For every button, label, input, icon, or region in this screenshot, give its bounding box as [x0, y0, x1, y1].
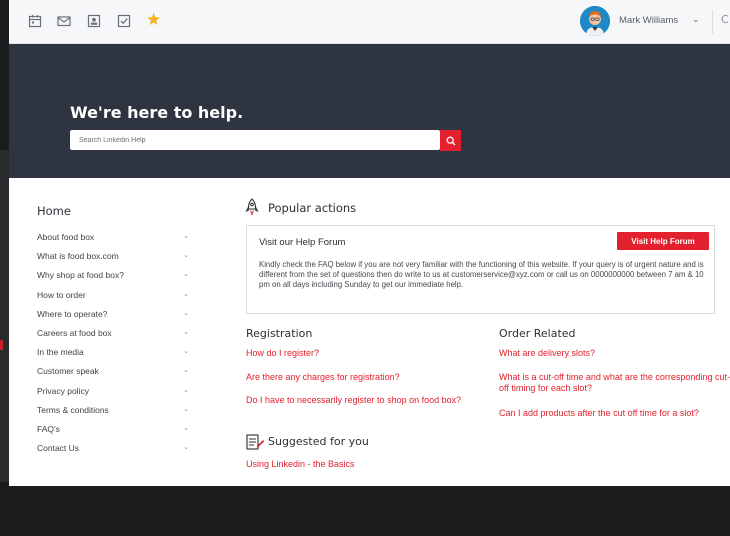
star-icon[interactable]: ★	[146, 10, 161, 30]
faq-link[interactable]: How do I register?	[246, 348, 486, 359]
user-name[interactable]: Mark Williams	[619, 15, 678, 26]
top-bar: ★ Mark Williams ⌄ C	[9, 0, 730, 44]
order-related-heading: Order Related	[499, 327, 576, 340]
sidebar-item-customer-speak[interactable]: Customer speak ⌄	[37, 365, 189, 384]
checkbox-icon[interactable]	[117, 13, 131, 28]
left-frame-panel	[0, 150, 9, 482]
sidebar-item-about-food-box[interactable]: About food box ⌄	[37, 231, 189, 250]
avatar[interactable]	[580, 6, 610, 36]
chevron-down-icon[interactable]: ⌄	[183, 365, 189, 377]
faq-link[interactable]: Are there any charges for registration?	[246, 372, 486, 383]
faq-link[interactable]: Can I add products after the cut off tim…	[499, 408, 725, 419]
chevron-down-icon[interactable]: ⌄	[692, 15, 700, 25]
faq-link[interactable]: What is a cut-off time and what are the …	[499, 372, 730, 394]
topbar-divider	[712, 10, 713, 34]
chevron-down-icon[interactable]: ⌄	[183, 346, 189, 358]
search-icon	[446, 136, 455, 145]
sidebar-item-terms[interactable]: Terms & conditions ⌄	[37, 404, 189, 423]
popular-actions-title: Popular actions	[268, 201, 357, 215]
chevron-down-icon[interactable]: ⌄	[183, 250, 189, 262]
sidebar-item-label: Privacy policy	[37, 385, 89, 396]
sidebar-item-why-shop[interactable]: Why shop at food box? ⌄	[37, 269, 189, 288]
sidebar-nav: About food box ⌄ What is food box.com ⌄ Wh…	[37, 231, 189, 461]
sidebar-item-label: Terms & conditions	[37, 404, 109, 415]
chevron-down-icon[interactable]: ⌄	[183, 442, 189, 454]
sidebar-item-privacy-policy[interactable]: Privacy policy ⌄	[37, 385, 189, 404]
search-input[interactable]	[70, 130, 439, 150]
contact-card-icon[interactable]	[87, 13, 101, 28]
left-frame-marker	[0, 340, 3, 350]
visit-help-forum-button[interactable]: Visit Help Forum	[617, 232, 709, 250]
sidebar-item-label: What is food box.com	[37, 251, 119, 262]
mail-icon[interactable]	[57, 13, 71, 27]
sidebar-item-label: Customer speak	[37, 366, 99, 377]
sidebar-item-label: Contact Us	[37, 443, 80, 454]
sidebar-item-what-is-food-box[interactable]: What is food box.com ⌄	[37, 250, 189, 269]
registration-heading: Registration	[246, 327, 313, 340]
faq-link[interactable]: Do I have to necessarily register to sho…	[246, 395, 472, 406]
sidebar-item-contact-us[interactable]: Contact Us ⌄	[37, 442, 189, 461]
chevron-down-icon[interactable]: ⌄	[183, 404, 189, 416]
sidebar-item-label: FAQ's	[37, 423, 60, 434]
help-forum-title: Visit our Help Forum	[259, 237, 346, 248]
help-content-card: Home About food box ⌄ What is food box.co…	[9, 178, 730, 486]
left-frame-strip	[0, 0, 9, 536]
hero-title: We're here to help.	[70, 103, 244, 122]
help-forum-description: Kindly check the FAQ below if you are no…	[259, 260, 704, 290]
chevron-down-icon[interactable]: ⌄	[183, 327, 189, 339]
sidebar-item-in-the-media[interactable]: In the media ⌄	[37, 346, 189, 365]
topbar-trailing-text: C	[721, 13, 729, 26]
sidebar-item-label: How to order	[37, 289, 86, 300]
chevron-down-icon[interactable]: ⌄	[183, 308, 189, 320]
chevron-down-icon[interactable]: ⌄	[183, 423, 189, 435]
faq-link[interactable]: What are delivery slots?	[499, 348, 727, 359]
sidebar-item-faqs[interactable]: FAQ's ⌄	[37, 423, 189, 442]
chevron-down-icon[interactable]: ⌄	[183, 231, 189, 243]
sidebar-item-careers[interactable]: Careers at food box ⌄	[37, 327, 189, 346]
help-hero-banner: We're here to help.	[9, 44, 730, 178]
sidebar-heading[interactable]: Home	[37, 204, 71, 218]
sidebar-item-label: About food box	[37, 232, 95, 242]
chevron-down-icon[interactable]: ⌄	[183, 385, 189, 397]
suggested-title: Suggested for you	[268, 435, 369, 448]
sidebar-item-where-to-operate[interactable]: Where to operate? ⌄	[37, 308, 189, 327]
bottom-frame-band	[0, 486, 730, 536]
help-forum-box: Visit our Help Forum Visit Help Forum Ki…	[246, 225, 715, 314]
chevron-down-icon[interactable]: ⌄	[183, 289, 189, 301]
document-pen-icon	[246, 434, 265, 450]
rocket-icon	[245, 198, 259, 216]
search-box	[70, 130, 440, 150]
sidebar-item-label: Where to operate?	[37, 308, 108, 319]
sidebar-item-label: In the media	[37, 347, 84, 358]
suggested-link[interactable]: Using Linkedin - the Basics	[246, 459, 486, 470]
chevron-down-icon[interactable]: ⌄	[183, 269, 189, 281]
search-button[interactable]	[440, 130, 461, 151]
sidebar-item-how-to-order[interactable]: How to order ⌄	[37, 289, 189, 308]
calendar-icon[interactable]	[28, 13, 42, 28]
sidebar-item-label: Careers at food box	[37, 327, 112, 338]
sidebar-item-label: Why shop at food box?	[37, 270, 124, 281]
